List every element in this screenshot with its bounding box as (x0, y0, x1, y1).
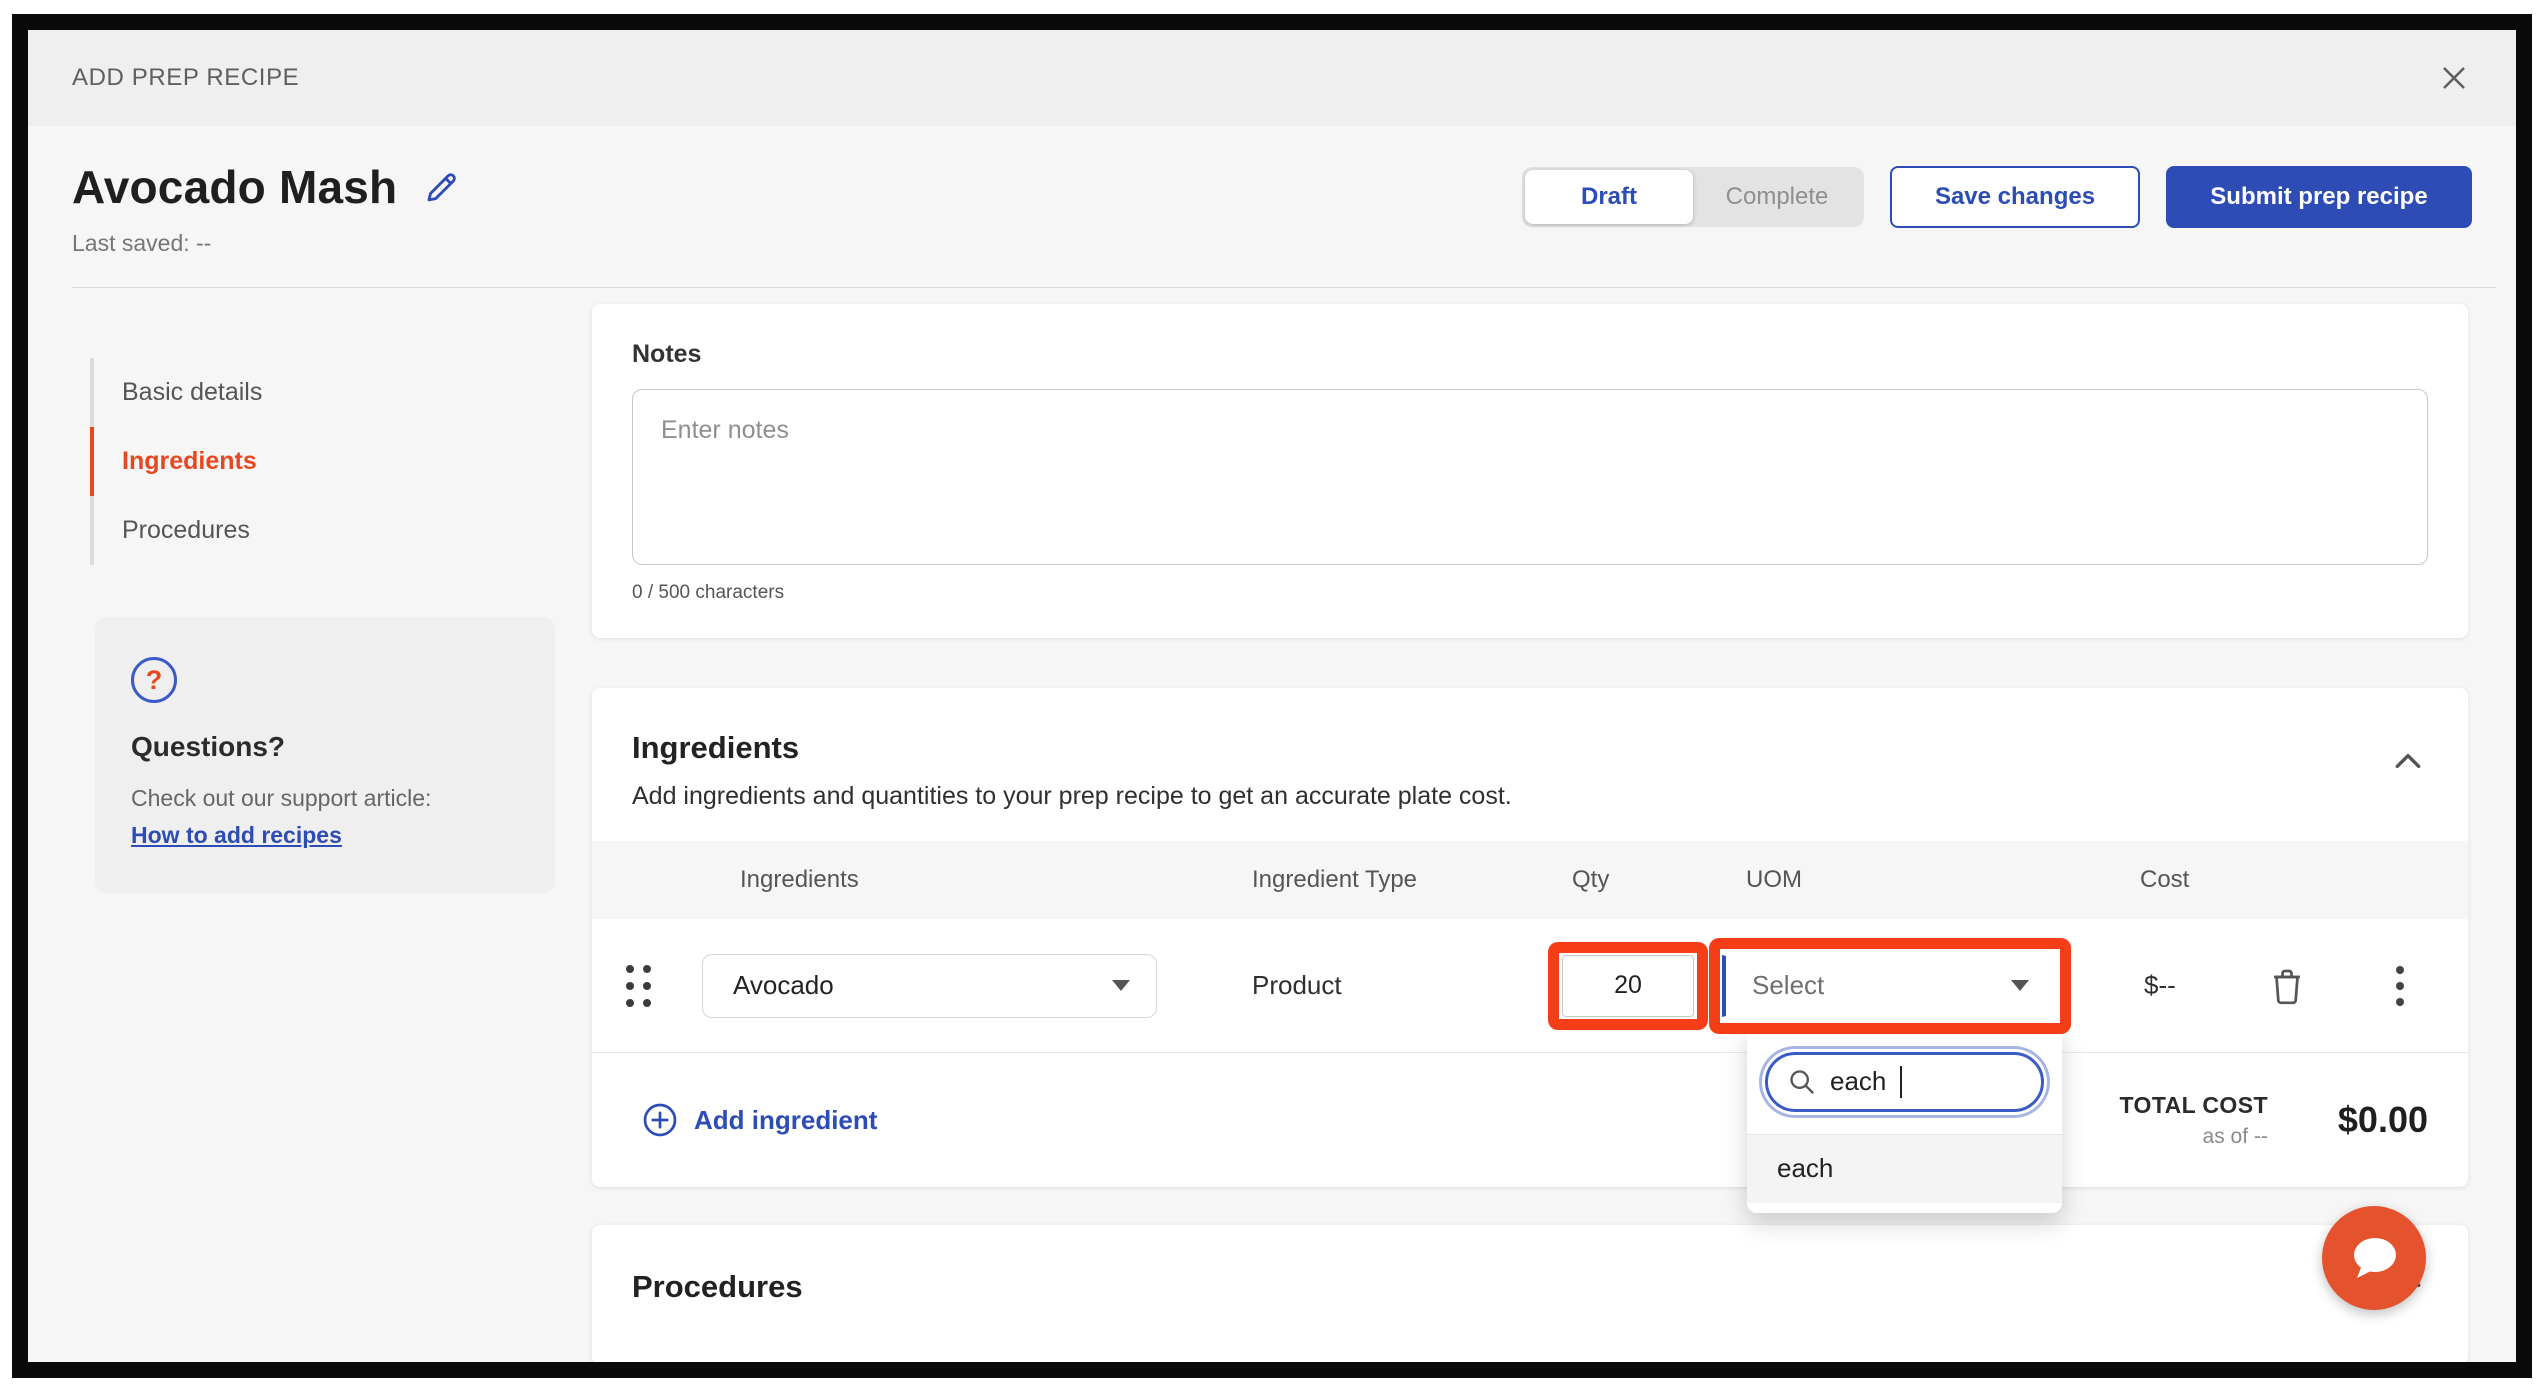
collapse-section-button[interactable] (2392, 750, 2424, 777)
help-article-link[interactable]: How to add recipes (131, 822, 342, 849)
sidebar-item-ingredients[interactable]: Ingredients (90, 427, 592, 496)
uom-dropdown-panel: each each (1747, 1028, 2062, 1213)
total-cost-amount: $0.00 (2338, 1099, 2428, 1141)
last-saved-text: Last saved: -- (72, 230, 461, 257)
chat-widget-button[interactable] (2322, 1206, 2426, 1310)
row-cost-value: $-- (2132, 970, 2242, 1001)
ingredients-card: Ingredients Add ingredients and quantiti… (592, 688, 2468, 1187)
delete-row-button[interactable] (2242, 966, 2332, 1006)
sidebar: Basic details Ingredients Procedures ? Q… (72, 288, 592, 1365)
uom-search-value: each (1830, 1066, 1886, 1097)
column-header-qty: Qty (1532, 866, 1722, 894)
column-header-ingredient-type: Ingredient Type (1182, 866, 1532, 894)
notes-character-counter: 0 / 500 characters (632, 582, 2428, 604)
sidebar-item-basic-details[interactable]: Basic details (90, 358, 592, 427)
question-circle-icon: ? (131, 657, 177, 703)
add-ingredient-label: Add ingredient (694, 1105, 877, 1136)
sidebar-item-procedures[interactable]: Procedures (90, 496, 592, 565)
main-column: Notes 0 / 500 characters Ingredients Add… (592, 304, 2468, 1365)
qty-input[interactable] (1562, 955, 1694, 1017)
content-area: Basic details Ingredients Procedures ? Q… (28, 288, 2516, 1365)
submit-prep-recipe-button[interactable]: Submit prep recipe (2166, 166, 2472, 228)
notes-card: Notes 0 / 500 characters (592, 304, 2468, 638)
add-ingredient-button[interactable]: Add ingredient (642, 1102, 877, 1138)
trash-icon (2269, 966, 2305, 1006)
drag-handle[interactable] (626, 965, 651, 1007)
ingredient-select[interactable]: Avocado (702, 954, 1157, 1018)
header-actions: Draft Complete Save changes Submit prep … (1522, 166, 2472, 228)
ingredients-card-footer: Add ingredient TOTAL COST as of -- $0.00 (592, 1053, 2468, 1187)
uom-select-placeholder: Select (1752, 970, 1824, 1001)
close-icon (2437, 61, 2471, 95)
text-cursor (1900, 1066, 1902, 1098)
status-toggle-draft[interactable]: Draft (1525, 170, 1693, 224)
chevron-down-icon (2011, 980, 2029, 991)
chat-bubble-icon (2345, 1229, 2403, 1287)
recipe-name: Avocado Mash (72, 160, 397, 214)
notes-label: Notes (632, 340, 2428, 369)
ingredient-type-value: Product (1182, 970, 1532, 1001)
close-button[interactable] (2432, 56, 2476, 100)
plus-circle-icon (642, 1102, 678, 1138)
modal-header: ADD PREP RECIPE (28, 30, 2516, 126)
chevron-up-icon (2392, 750, 2424, 772)
dropdown-footer (1747, 1203, 2062, 1213)
ingredients-table-header: Ingredients Ingredient Type Qty UOM Cost (592, 841, 2468, 919)
save-changes-button[interactable]: Save changes (1890, 166, 2140, 228)
total-cost-label: TOTAL COST (2120, 1092, 2268, 1119)
procedures-title: Procedures (632, 1269, 803, 1305)
column-header-cost: Cost (2132, 866, 2242, 894)
notes-input[interactable] (632, 389, 2428, 565)
column-header-uom: UOM (1722, 866, 2132, 894)
column-header-ingredients: Ingredients (702, 866, 1182, 894)
help-card: ? Questions? Check out our support artic… (95, 617, 555, 893)
search-icon (1788, 1068, 1816, 1096)
section-nav: Basic details Ingredients Procedures (90, 358, 592, 565)
recipe-title-block: Avocado Mash Last saved: -- (72, 160, 461, 257)
total-cost-as-of: as of -- (2120, 1125, 2268, 1149)
total-cost-block: TOTAL COST as of -- $0.00 (2120, 1092, 2428, 1149)
uom-option-each[interactable]: each (1747, 1135, 2062, 1203)
modal-frame: ADD PREP RECIPE Avocado Mash (12, 14, 2532, 1378)
screenshot-stage: ADD PREP RECIPE Avocado Mash (0, 0, 2544, 1392)
ingredient-select-value: Avocado (733, 970, 834, 1001)
ingredients-title: Ingredients (632, 730, 1512, 766)
uom-search-input[interactable]: each (1765, 1052, 2044, 1112)
row-more-options-button[interactable] (2396, 966, 2404, 1006)
status-toggle: Draft Complete (1522, 167, 1864, 227)
ingredients-card-header: Ingredients Add ingredients and quantiti… (592, 688, 2468, 841)
chevron-down-icon (1112, 980, 1130, 991)
edit-recipe-name-button[interactable] (421, 167, 461, 212)
title-section: Avocado Mash Last saved: -- Draft Comple… (28, 126, 2516, 257)
ingredient-table-row: Avocado Product (592, 919, 2468, 1053)
pencil-icon (421, 167, 461, 207)
help-text: Check out our support article: (131, 785, 519, 812)
help-title: Questions? (131, 731, 519, 763)
procedures-card: Procedures (592, 1225, 2468, 1365)
ingredients-subtitle: Add ingredients and quantities to your p… (632, 782, 1512, 811)
status-toggle-complete[interactable]: Complete (1693, 170, 1861, 224)
uom-select[interactable]: Select (1722, 955, 2052, 1017)
modal-title: ADD PREP RECIPE (72, 64, 299, 92)
